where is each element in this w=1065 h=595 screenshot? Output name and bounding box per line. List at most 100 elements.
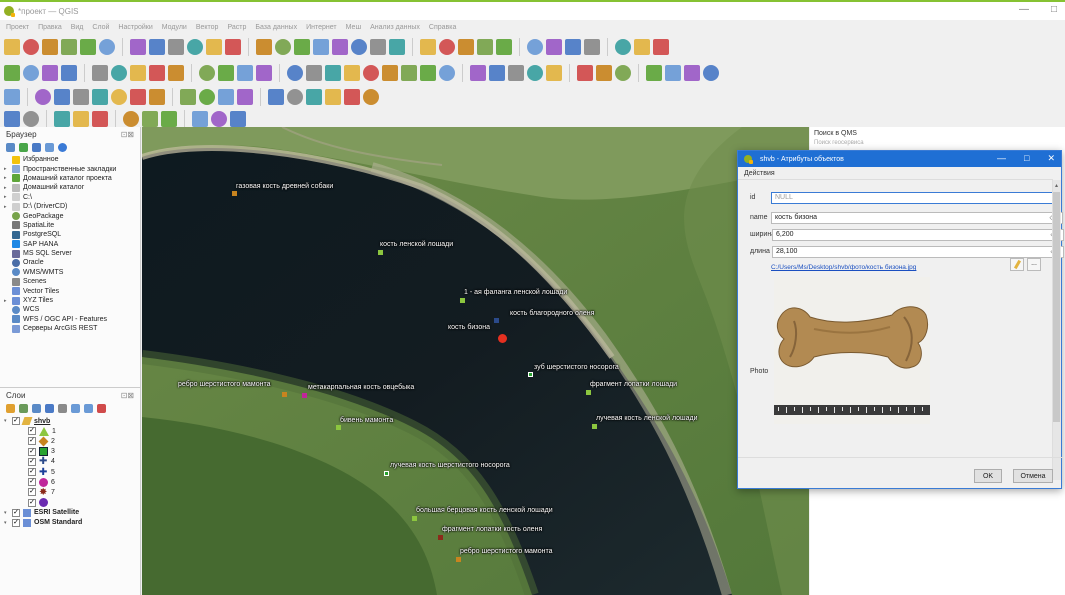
toolbar-tool-icon[interactable] xyxy=(180,89,196,105)
toolbar-tool-icon[interactable] xyxy=(192,111,208,127)
map-feature-marker[interactable] xyxy=(456,557,461,562)
add-group-icon[interactable] xyxy=(19,404,28,413)
panel-close-icon[interactable]: ⊡⊠ xyxy=(121,130,134,139)
toolbar-tool-icon[interactable] xyxy=(325,89,341,105)
map-feature-marker[interactable] xyxy=(282,392,287,397)
toolbar-tool-icon[interactable] xyxy=(4,89,20,105)
basemap-layer-item[interactable]: ▾ ✓ OSM Standard xyxy=(4,518,140,528)
toolbar-tool-icon[interactable] xyxy=(99,39,115,55)
toolbar-tool-icon[interactable] xyxy=(73,89,89,105)
class-checkbox[interactable]: ✓ xyxy=(28,468,36,477)
toolbar-tool-icon[interactable] xyxy=(149,65,165,81)
layer-class-item[interactable]: ✓ ✚ 4 xyxy=(28,457,140,467)
toolbar-tool-icon[interactable] xyxy=(489,65,505,81)
browse-button[interactable]: ... xyxy=(1027,258,1041,271)
toolbar-tool-icon[interactable] xyxy=(332,39,348,55)
toolbar-tool-icon[interactable] xyxy=(168,39,184,55)
toolbar-tool-icon[interactable] xyxy=(313,39,329,55)
map-feature-marker[interactable] xyxy=(494,318,499,323)
expression-icon[interactable] xyxy=(58,404,67,413)
map-feature-marker[interactable] xyxy=(336,425,341,430)
toolbar-tool-icon[interactable] xyxy=(287,89,303,105)
browser-item[interactable]: Серверы ArcGIS REST xyxy=(0,324,140,333)
basemap-layer-item[interactable]: ▾ ✓ ESRI Satellite xyxy=(4,508,140,518)
layer-checkbox[interactable]: ✓ xyxy=(12,518,20,527)
dialog-scrollbar[interactable]: ▴ xyxy=(1052,180,1061,480)
toolbar-tool-icon[interactable] xyxy=(149,39,165,55)
layer-class-item[interactable]: ✓ 2 xyxy=(28,436,140,447)
panel-close-icon[interactable]: ⊡⊠ xyxy=(121,391,134,400)
toolbar-tool-icon[interactable] xyxy=(584,39,600,55)
expand-arrow-icon[interactable]: ▸ xyxy=(4,204,9,210)
toolbar-tool-icon[interactable] xyxy=(206,39,222,55)
toolbar-tool-icon[interactable] xyxy=(23,39,39,55)
browser-item[interactable]: WCS xyxy=(0,305,140,314)
remove-layer-icon[interactable] xyxy=(97,404,106,413)
toolbar-tool-icon[interactable] xyxy=(615,65,631,81)
minimize-button[interactable]: — xyxy=(1019,4,1029,15)
expand-arrow-icon[interactable]: ▸ xyxy=(4,166,9,172)
menu-item[interactable]: Вид xyxy=(71,24,84,31)
expand-arrow-icon[interactable]: ▸ xyxy=(4,185,9,191)
toolbar-tool-icon[interactable] xyxy=(92,89,108,105)
toolbar-tool-icon[interactable] xyxy=(351,39,367,55)
toolbar-tool-icon[interactable] xyxy=(161,111,177,127)
toolbar-tool-icon[interactable] xyxy=(382,65,398,81)
toolbar-tool-icon[interactable] xyxy=(225,39,241,55)
toolbar-tool-icon[interactable] xyxy=(546,65,562,81)
toolbar-tool-icon[interactable] xyxy=(306,89,322,105)
toolbar-tool-icon[interactable] xyxy=(111,65,127,81)
map-feature-marker[interactable] xyxy=(586,390,591,395)
toolbar-tool-icon[interactable] xyxy=(256,65,272,81)
refresh-icon[interactable] xyxy=(19,143,28,152)
toolbar-tool-icon[interactable] xyxy=(527,39,543,55)
class-checkbox[interactable]: ✓ xyxy=(28,437,36,446)
toolbar-tool-icon[interactable] xyxy=(363,65,379,81)
toolbar-tool-icon[interactable] xyxy=(294,39,310,55)
browser-item[interactable]: Vector Tiles xyxy=(0,286,140,296)
map-canvas[interactable]: газовая кость древней собаки кость ленско… xyxy=(142,127,809,595)
visibility-icon[interactable] xyxy=(32,404,41,413)
browser-item[interactable]: MS SQL Server xyxy=(0,249,140,258)
browser-item[interactable]: GeoPackage xyxy=(0,211,140,221)
toolbar-tool-icon[interactable] xyxy=(527,65,543,81)
browser-item[interactable]: Избранное xyxy=(0,155,140,164)
toolbar-tool-icon[interactable] xyxy=(439,39,455,55)
map-feature-marker[interactable] xyxy=(412,516,417,521)
dialog-close-button[interactable]: ✕ xyxy=(1047,153,1055,164)
browser-item[interactable]: WFS / OGC API - Features xyxy=(0,315,140,324)
toolbar-tool-icon[interactable] xyxy=(237,89,253,105)
toolbar-tool-icon[interactable] xyxy=(477,39,493,55)
toolbar-tool-icon[interactable] xyxy=(92,65,108,81)
dialog-minimize-button[interactable]: — xyxy=(997,153,1006,164)
toolbar-tool-icon[interactable] xyxy=(218,89,234,105)
browser-item[interactable]: SAP HANA xyxy=(0,240,140,249)
collapse-icon[interactable] xyxy=(84,404,93,413)
toolbar-tool-icon[interactable] xyxy=(237,65,253,81)
toolbar-tool-icon[interactable] xyxy=(23,111,39,127)
toolbar-tool-icon[interactable] xyxy=(470,65,486,81)
toolbar-tool-icon[interactable] xyxy=(401,65,417,81)
cancel-button[interactable]: Отмена xyxy=(1013,469,1053,483)
toolbar-tool-icon[interactable] xyxy=(80,39,96,55)
toolbar-tool-icon[interactable] xyxy=(142,111,158,127)
toolbar-tool-icon[interactable] xyxy=(168,65,184,81)
toolbar-tool-icon[interactable] xyxy=(458,39,474,55)
class-checkbox[interactable]: ✓ xyxy=(28,478,36,487)
photo-path-link[interactable]: C:/Users/Ms/Desktop/shvb/фото/кость бизо… xyxy=(771,264,916,271)
attribute-input[interactable]: 28,100⌫ xyxy=(772,245,1064,258)
expand-arrow-icon[interactable]: ▸ xyxy=(4,194,9,200)
toolbar-tool-icon[interactable] xyxy=(306,65,322,81)
menu-item[interactable]: База данных xyxy=(255,24,297,31)
toolbar-tool-icon[interactable] xyxy=(211,111,227,127)
browser-item[interactable]: ▸ XYZ Tiles xyxy=(0,296,140,305)
toolbar-tool-icon[interactable] xyxy=(42,39,58,55)
toolbar-tool-icon[interactable] xyxy=(703,65,719,81)
menu-item[interactable]: Правка xyxy=(38,24,62,31)
map-feature-marker[interactable] xyxy=(384,471,389,476)
layer-class-item[interactable]: ✓ ✚ 5 xyxy=(28,467,140,477)
toolbar-tool-icon[interactable] xyxy=(508,65,524,81)
toolbar-tool-icon[interactable] xyxy=(61,39,77,55)
toolbar-tool-icon[interactable] xyxy=(439,65,455,81)
layer-class-item[interactable]: ✓ xyxy=(28,498,140,508)
